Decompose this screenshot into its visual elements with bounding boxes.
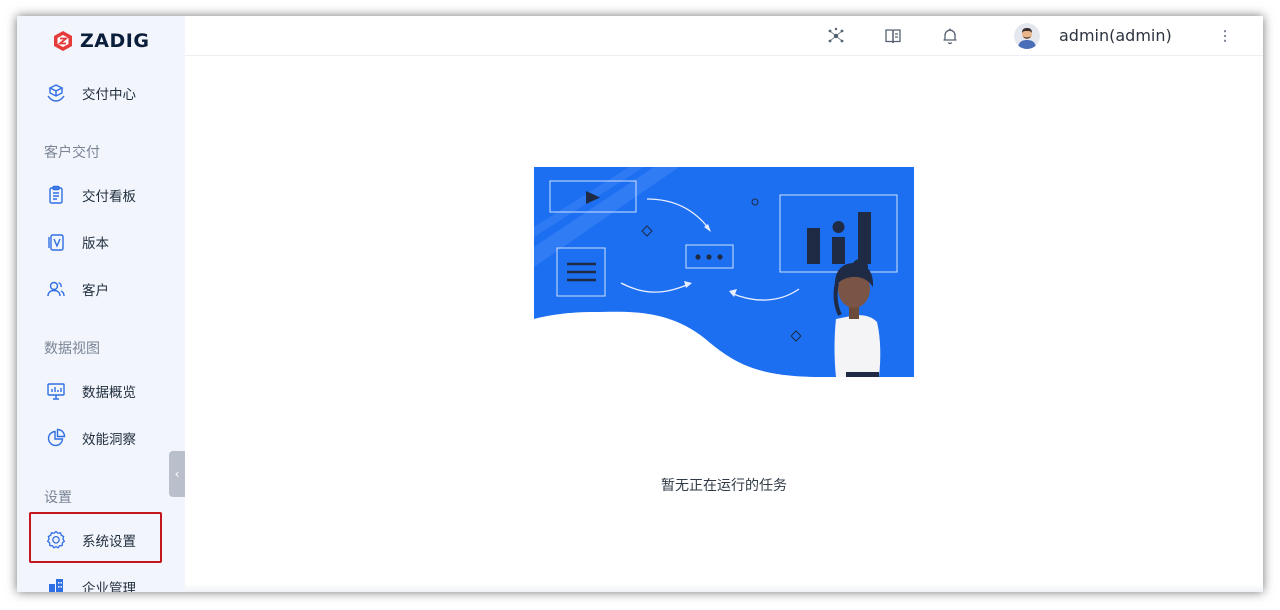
empty-state-illustration	[534, 167, 914, 377]
logo-text: ZADIG	[80, 30, 150, 52]
sidebar-item-label: 交付看板	[82, 189, 136, 205]
sidebar-item-version[interactable]: 版本	[45, 227, 165, 257]
delivery-center-icon	[45, 82, 67, 104]
bottom-fade	[185, 584, 1263, 592]
monitor-chart-icon	[45, 380, 67, 402]
sidebar-item-efficiency-insight[interactable]: 效能洞察	[45, 423, 165, 453]
sidebar-item-data-overview[interactable]: 数据概览	[45, 376, 165, 406]
version-icon	[45, 231, 67, 253]
more-vertical-icon[interactable]	[1217, 28, 1233, 44]
sidebar-item-label: 版本	[82, 236, 109, 252]
top-header: admin(admin)	[185, 16, 1263, 56]
sidebar-item-enterprise-management[interactable]: 企业管理	[45, 572, 165, 592]
sidebar-item-customer[interactable]: 客户	[45, 274, 165, 304]
sidebar-item-label: 企业管理	[82, 581, 136, 592]
highlight-box	[29, 512, 162, 563]
logo[interactable]: ZADIG	[52, 30, 149, 52]
avatar[interactable]	[1014, 23, 1040, 49]
sidebar-item-label: 效能洞察	[82, 432, 136, 448]
sidebar-item-label: 交付中心	[82, 87, 136, 103]
pie-chart-icon	[45, 427, 67, 449]
chevron-left-icon: ‹	[174, 467, 180, 481]
empty-state-message: 暂无正在运行的任务	[661, 478, 787, 494]
sidebar: ZADIG 交付中心 客户交付 交付看板 版本 客户 数据视图 数据概览 效能洞…	[17, 16, 185, 592]
book-icon[interactable]	[883, 26, 903, 46]
sidebar-item-delivery-center[interactable]: 交付中心	[45, 78, 165, 108]
section-title-data-view: 数据视图	[44, 341, 100, 357]
clipboard-icon	[45, 184, 67, 206]
bell-icon[interactable]	[940, 26, 960, 46]
sidebar-collapse-handle[interactable]: ‹	[169, 451, 185, 497]
main-content: 暂无正在运行的任务	[185, 57, 1263, 592]
building-icon	[45, 576, 67, 592]
plugin-hub-icon[interactable]	[826, 26, 846, 46]
app-window: ZADIG 交付中心 客户交付 交付看板 版本 客户 数据视图 数据概览 效能洞…	[17, 16, 1263, 592]
sidebar-item-label: 数据概览	[82, 385, 136, 401]
sidebar-item-delivery-board[interactable]: 交付看板	[45, 180, 165, 210]
section-title-settings: 设置	[44, 490, 72, 506]
zadig-logo-icon	[54, 31, 72, 51]
users-icon	[45, 278, 67, 300]
section-title-customer-delivery: 客户交付	[44, 145, 100, 161]
username[interactable]: admin(admin)	[1059, 26, 1172, 45]
sidebar-item-label: 客户	[82, 283, 109, 299]
